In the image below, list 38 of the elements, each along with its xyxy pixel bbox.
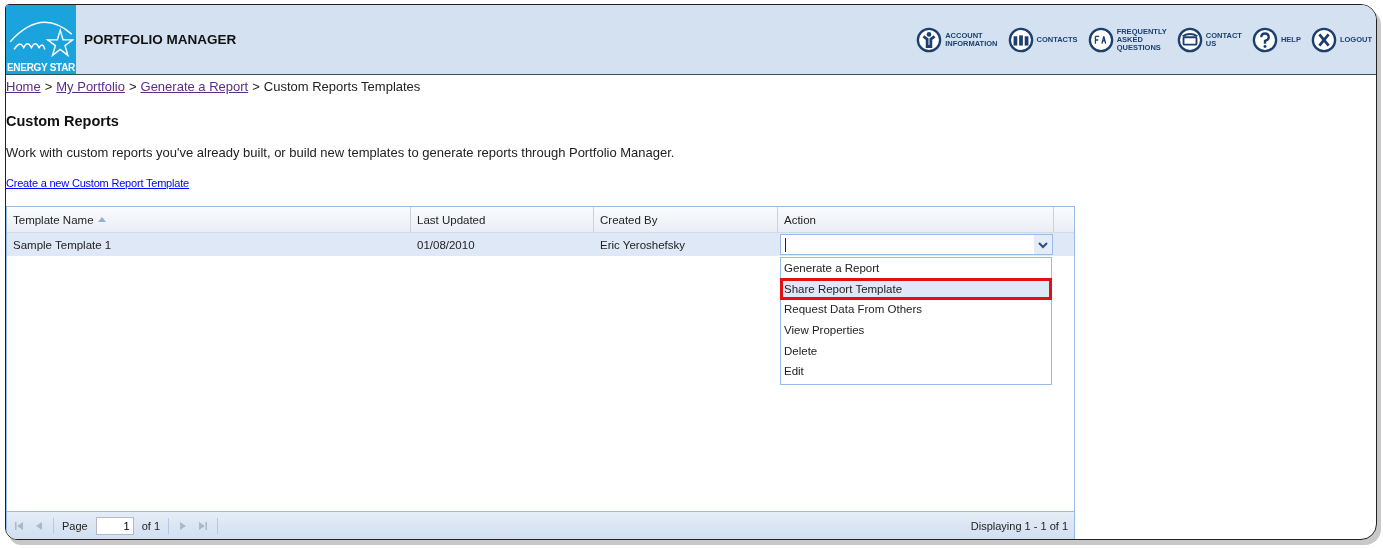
column-header[interactable]: Created By (594, 207, 778, 232)
help-icon (1251, 26, 1278, 53)
app-title: PORTFOLIO MANAGER (84, 32, 237, 47)
logout-icon (1310, 26, 1337, 53)
breadcrumb-separator: > (44, 79, 53, 94)
breadcrumb-link[interactable]: Generate a Report (140, 79, 249, 94)
display-count: Displaying 1 - 1 of 1 (970, 519, 1068, 532)
dropdown-option[interactable]: Delete (781, 340, 1051, 362)
faq-icon (1087, 26, 1114, 53)
dropdown-option[interactable]: Share Report Template (781, 278, 1051, 300)
breadcrumb-current: Custom Reports Templates (263, 79, 421, 94)
column-header[interactable]: Last Updated (411, 207, 594, 232)
page-label: Page (62, 519, 88, 532)
page-count: of 1 (141, 519, 161, 532)
people-icon (1007, 26, 1034, 53)
dropdown-option[interactable]: Request Data From Others (781, 299, 1051, 321)
dropdown-caret-icon (1034, 235, 1052, 254)
breadcrumb-link[interactable]: Home (6, 79, 41, 94)
table-row[interactable]: Sample Template 1 01/08/2010 Eric Yeroshefsky (7, 233, 1074, 256)
breadcrumb-link[interactable]: My Portfolio (56, 79, 125, 94)
dropdown-option[interactable]: Edit (781, 361, 1051, 383)
phone-icon (1176, 26, 1203, 53)
page-number-field[interactable]: 1 (95, 516, 134, 535)
dropdown-option[interactable]: Generate a Report (781, 258, 1051, 279)
column-header[interactable]: Template Name (7, 207, 411, 232)
logo-text: ENERGY STAR (7, 61, 75, 74)
page-heading: Custom Reports (6, 113, 120, 129)
table-cell-text: Eric Yeroshefsky (599, 238, 686, 251)
dropdown-option[interactable]: View Properties (781, 320, 1051, 341)
breadcrumb-separator: > (252, 79, 260, 94)
table-cell-text: 01/08/2010 (416, 238, 476, 251)
action-dropdown[interactable] (780, 234, 1053, 255)
create-template-link[interactable]: Create a new Custom Report Template (6, 177, 189, 189)
column-header[interactable]: Action (778, 207, 1054, 232)
person-icon (916, 26, 943, 53)
table-cell-text: Sample Template 1 (12, 238, 113, 251)
intro-text: Work with custom reports you've already built, or build new templates to generate reports through Portfolio Manager. (6, 145, 676, 160)
breadcrumb-separator: > (128, 79, 137, 94)
